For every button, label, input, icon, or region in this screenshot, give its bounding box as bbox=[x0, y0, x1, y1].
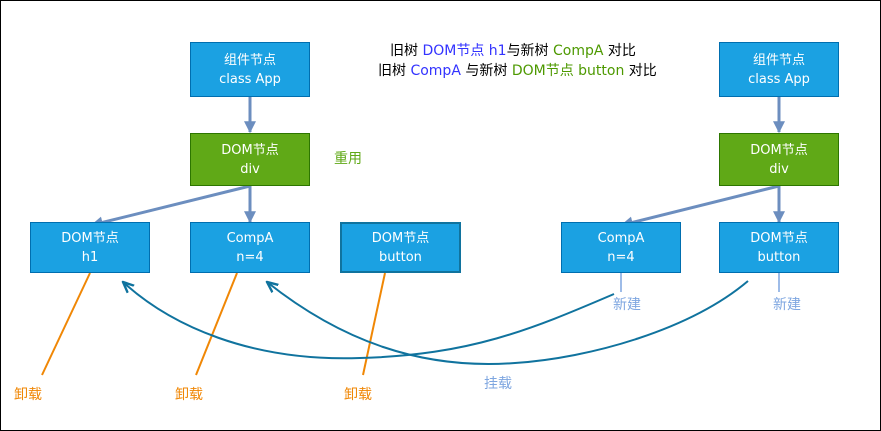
unmount-label-compa: 卸载 bbox=[175, 387, 203, 403]
title-line-1-part-5: 对比 bbox=[603, 43, 636, 59]
unmount-line-h1 bbox=[41, 272, 91, 376]
old-div-node-line1: DOM节点 bbox=[221, 142, 279, 158]
new-div-node-line2: div bbox=[769, 161, 789, 177]
old-compa-node: CompA n=4 bbox=[190, 222, 310, 273]
title-line-1-part-3: 与新树 bbox=[506, 43, 554, 59]
title-line-2-part-3: 与新树 bbox=[460, 63, 512, 79]
edge-div-to-compa-new bbox=[620, 184, 780, 229]
create-label-button: 新建 bbox=[773, 297, 801, 313]
title-line-2: 旧树 CompA 与新树 DOM节点 button 对比 bbox=[378, 61, 657, 81]
title-line-1-part-1: 旧树 bbox=[390, 43, 423, 59]
old-h1-node-line1: DOM节点 bbox=[61, 230, 119, 246]
reuse-label: 重用 bbox=[334, 151, 362, 167]
create-label-compa: 新建 bbox=[613, 297, 641, 313]
new-compa-node: CompA n=4 bbox=[561, 222, 681, 273]
title-line-1-part-4: CompA bbox=[553, 43, 604, 59]
title-line-2-part-4: DOM节点 button bbox=[511, 63, 625, 79]
old-button-node-line1: DOM节点 bbox=[371, 230, 430, 246]
old-button-node-line2: button bbox=[379, 249, 422, 265]
new-button-node-line2: button bbox=[757, 249, 801, 265]
old-div-node: DOM节点 div bbox=[190, 133, 310, 186]
edge-div-to-h1-old bbox=[90, 184, 251, 229]
new-app-node-line2: class App bbox=[748, 71, 810, 87]
old-h1-node-line2: h1 bbox=[81, 249, 99, 265]
mount-curve-to-compa bbox=[267, 281, 749, 365]
new-compa-node-line1: CompA bbox=[597, 230, 645, 246]
new-div-node-line1: DOM节点 bbox=[750, 142, 808, 158]
new-button-node: DOM节点 button bbox=[719, 222, 839, 273]
old-app-node-line2: class App bbox=[219, 71, 281, 87]
old-h1-node: DOM节点 h1 bbox=[30, 222, 150, 273]
mount-label: 挂载 bbox=[484, 376, 512, 392]
old-app-node-line1: 组件节点 bbox=[223, 52, 276, 68]
unmount-label-button: 卸载 bbox=[344, 387, 372, 403]
old-button-node: DOM节点 button bbox=[340, 222, 461, 273]
old-app-node: 组件节点 class App bbox=[190, 42, 310, 97]
new-compa-node-line2: n=4 bbox=[607, 249, 635, 265]
new-app-node: 组件节点 class App bbox=[719, 42, 839, 97]
old-compa-node-line1: CompA bbox=[226, 230, 274, 246]
old-compa-node-line2: n=4 bbox=[236, 249, 264, 265]
title-line-2-part-2: CompA bbox=[410, 63, 461, 79]
unmount-line-button bbox=[362, 272, 386, 376]
new-div-node: DOM节点 div bbox=[719, 133, 839, 186]
title-line-1: 旧树 DOM节点 h1与新树 CompA 对比 bbox=[390, 41, 636, 61]
title-line-1-part-2: DOM节点 h1 bbox=[422, 43, 507, 59]
new-button-node-line1: DOM节点 bbox=[750, 230, 808, 246]
old-div-node-line2: div bbox=[240, 161, 260, 177]
unmount-label-h1: 卸载 bbox=[14, 387, 42, 403]
title-line-2-part-1: 旧树 bbox=[378, 63, 411, 79]
title-line-2-part-5: 对比 bbox=[624, 63, 657, 79]
unmount-line-compa bbox=[195, 272, 238, 376]
new-app-node-line1: 组件节点 bbox=[752, 52, 805, 68]
